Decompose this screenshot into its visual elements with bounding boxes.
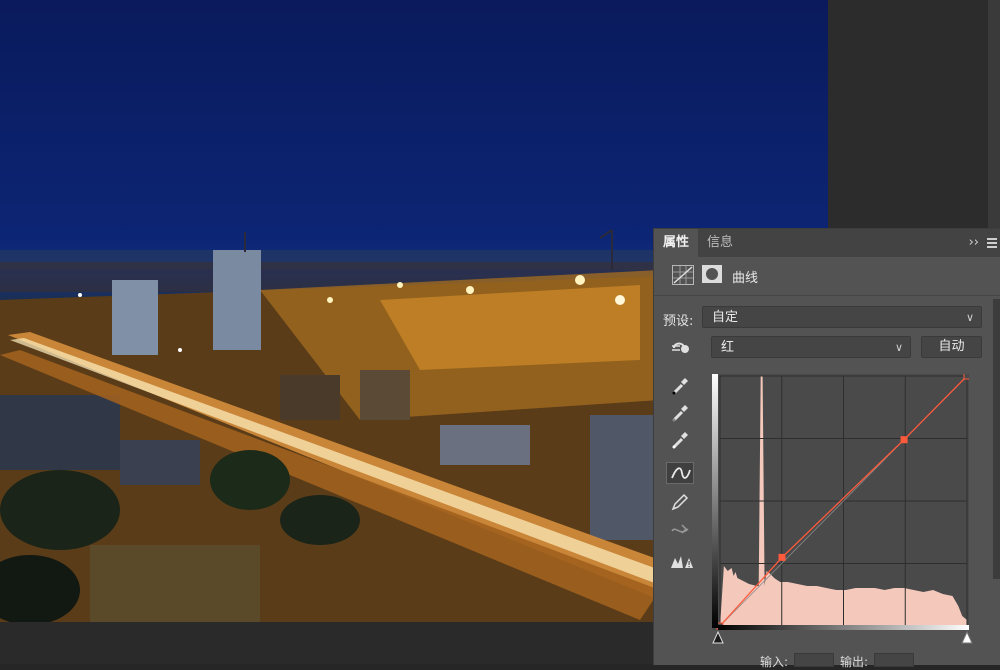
preset-select[interactable]: 自定 ∨ — [702, 306, 982, 328]
curves-adjustment-icon — [672, 265, 694, 285]
adjustment-header: 曲线 — [654, 259, 1000, 293]
clipping-warning-icon — [671, 556, 693, 568]
curve-graph-svg[interactable] — [712, 372, 971, 630]
tab-properties[interactable]: 属性 — [654, 229, 699, 257]
curve-points-icon — [671, 467, 691, 479]
properties-panel: 属性 信息 ›› 曲线 预设: 自定 ∨ 红 ∨ 自动 输入: 输出: — [653, 228, 1000, 669]
gray-point-eyedropper-icon — [672, 405, 688, 422]
panel-tab-bar: 属性 信息 ›› — [654, 229, 1000, 257]
black-point-eyedropper-icon — [672, 378, 688, 395]
smooth-tool — [666, 520, 694, 542]
black-point-slider — [712, 630, 724, 644]
smooth-icon — [671, 524, 689, 534]
preset-value: 自定 — [712, 310, 739, 325]
pencil-tool[interactable] — [666, 491, 694, 513]
chevron-down-icon: ∨ — [965, 311, 974, 324]
auto-button[interactable]: 自动 — [921, 336, 982, 358]
output-label: 输出: — [840, 655, 869, 669]
panel-divider — [654, 295, 1000, 296]
curve-graph[interactable] — [712, 372, 971, 630]
channel-select[interactable]: 红 ∨ — [711, 336, 911, 358]
curve-control-point[interactable] — [963, 372, 971, 380]
pencil-icon — [671, 493, 689, 511]
gray-point-eyedropper[interactable] — [666, 402, 694, 424]
channel-value: 红 — [721, 340, 735, 355]
black-point-eyedropper[interactable] — [666, 375, 694, 397]
tab-info[interactable]: 信息 — [698, 229, 742, 257]
target-adjust-tool[interactable] — [666, 337, 694, 359]
input-field[interactable] — [794, 653, 834, 667]
chevron-down-icon: ∨ — [894, 341, 903, 354]
preset-label: 预设: — [663, 314, 694, 329]
clipping-warning-tool[interactable] — [666, 551, 694, 573]
output-gradient-bar — [712, 374, 718, 628]
curve-control-point[interactable] — [778, 553, 786, 561]
collapse-panel-icon[interactable]: ›› — [969, 229, 979, 257]
layer-mask-icon[interactable] — [702, 265, 722, 283]
input-output-row: 输入: 输出: — [654, 651, 1000, 669]
dock-edge — [988, 0, 1000, 228]
workspace-background — [828, 0, 1000, 228]
curve-points-tool[interactable] — [666, 462, 694, 484]
adjustment-title: 曲线 — [732, 271, 759, 286]
input-label: 输入: — [760, 655, 789, 669]
output-field[interactable] — [874, 653, 914, 667]
target-adjust-icon — [672, 342, 689, 353]
white-point-eyedropper[interactable] — [666, 429, 694, 451]
white-point-slider — [961, 630, 973, 644]
panel-scrollbar[interactable] — [993, 299, 1000, 579]
curve-control-point[interactable] — [900, 436, 908, 444]
panel-menu-icon[interactable] — [987, 238, 997, 248]
input-slider-row — [712, 630, 974, 644]
white-point-eyedropper-icon — [672, 432, 688, 449]
